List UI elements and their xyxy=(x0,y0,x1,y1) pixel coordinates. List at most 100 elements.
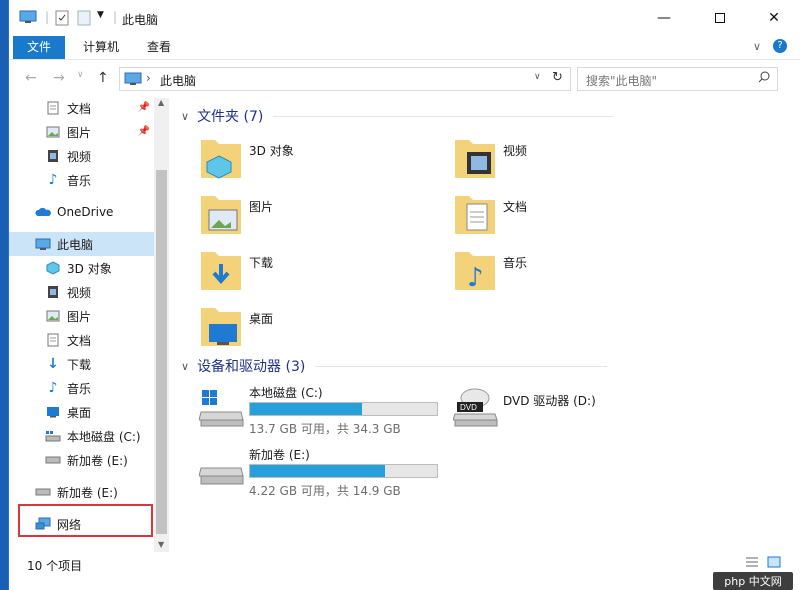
folder-downloads[interactable]: 下载 xyxy=(199,246,439,296)
group-title: 设备和驱动器 (3) xyxy=(197,359,306,375)
title-bar: | ▼ | 此电脑 — ✕ xyxy=(9,0,800,36)
new-folder-icon[interactable] xyxy=(77,10,91,29)
nav-onedrive[interactable]: OneDrive xyxy=(9,200,154,224)
nav-pc-desktop[interactable]: 桌面 xyxy=(9,400,154,424)
desktop-folder-icon xyxy=(201,308,241,346)
folder-label: 文档 xyxy=(503,200,528,214)
nav-label: 图片 xyxy=(67,125,92,140)
breadcrumb-chevron-icon[interactable]: › xyxy=(146,71,151,85)
drive-icon xyxy=(199,467,244,485)
this-pc-icon xyxy=(35,236,51,252)
nav-pc-documents[interactable]: 文档 xyxy=(9,328,154,352)
nav-pc-3d-objects[interactable]: 3D 对象 xyxy=(9,256,154,280)
nav-scrollbar[interactable]: ▲ ▼ xyxy=(154,98,169,552)
documents-icon xyxy=(45,100,61,116)
scroll-thumb[interactable] xyxy=(156,170,167,534)
details-view-icon[interactable] xyxy=(745,556,759,571)
navigation-pane: 文档 📌 图片 📌 视频 ♪ 音乐 OneDrive 此电脑 3D 对象 视频 … xyxy=(9,98,169,552)
maximize-button[interactable] xyxy=(697,0,743,36)
nav-label: 新加卷 (E:) xyxy=(67,453,128,468)
folder-label: 下载 xyxy=(249,256,274,270)
minimize-button[interactable]: — xyxy=(641,0,687,36)
nav-label: 音乐 xyxy=(67,173,92,188)
collapse-chevron-icon[interactable]: ∨ xyxy=(181,110,189,123)
nav-pc-pictures[interactable]: 图片 xyxy=(9,304,154,328)
group-divider xyxy=(315,365,608,367)
explorer-window: | ▼ | 此电脑 — ✕ 文件 计算机 查看 ∨ ? ← → ∨ ↑ › 此电… xyxy=(8,0,800,590)
folder-label: 桌面 xyxy=(249,312,274,326)
this-pc-icon[interactable] xyxy=(19,10,37,27)
folder-desktop[interactable]: 桌面 xyxy=(199,302,439,352)
drive-new-volume-e[interactable]: 新加卷 (E:) 4.22 GB 可用，共 14.9 GB xyxy=(199,446,449,506)
nav-label: 桌面 xyxy=(67,405,92,420)
search-box[interactable]: 搜索"此电脑" xyxy=(577,67,778,91)
devices-group-header[interactable]: ∨ 设备和驱动器 (3) xyxy=(181,356,608,376)
scroll-up-icon[interactable]: ▲ xyxy=(158,98,164,107)
forward-icon[interactable]: → xyxy=(53,70,65,86)
music-icon: ♪ xyxy=(48,172,58,188)
folder-music[interactable]: ♪ 音乐 xyxy=(453,246,693,296)
expand-ribbon-icon[interactable]: ∨ xyxy=(753,40,761,53)
address-bar[interactable]: › 此电脑 ∨ ↻ xyxy=(119,67,571,91)
nav-quick-music[interactable]: ♪ 音乐 xyxy=(9,168,154,192)
pictures-icon xyxy=(45,124,61,140)
nav-quick-videos[interactable]: 视频 xyxy=(9,144,154,168)
3d-objects-icon xyxy=(45,260,61,276)
usage-bar xyxy=(249,464,438,478)
tab-computer[interactable]: 计算机 xyxy=(69,36,133,59)
folders-group-header[interactable]: ∨ 文件夹 (7) xyxy=(181,106,614,126)
nav-pc-videos[interactable]: 视频 xyxy=(9,280,154,304)
breadcrumb-location[interactable]: 此电脑 xyxy=(160,72,196,89)
window-title: 此电脑 xyxy=(122,13,159,27)
large-icons-view-icon[interactable] xyxy=(767,556,781,571)
refresh-icon[interactable]: ↻ xyxy=(552,70,563,85)
desktop-icon xyxy=(45,404,61,420)
tab-file[interactable]: 文件 xyxy=(13,36,66,59)
nav-pc-downloads[interactable]: ↓ 下载 xyxy=(9,352,154,376)
pin-icon[interactable]: 📌 xyxy=(138,126,150,137)
tab-view[interactable]: 查看 xyxy=(133,36,185,59)
nav-label: 此电脑 xyxy=(57,237,94,252)
nav-label: 文档 xyxy=(67,333,92,348)
nav-pc-new-volume-e[interactable]: 新加卷 (E:) xyxy=(9,448,154,472)
search-icon[interactable] xyxy=(758,71,770,86)
free-space-text: 13.7 GB 可用，共 34.3 GB xyxy=(249,422,401,436)
content-pane: ∨ 文件夹 (7) 3D 对象 视频 图片 文档 下载 ♪ 音乐 桌面 ∨ 设备… xyxy=(169,98,800,552)
nav-label: 文档 xyxy=(67,101,92,116)
this-pc-icon xyxy=(124,72,142,89)
search-input[interactable]: 搜索"此电脑" xyxy=(586,72,657,89)
customize-toolbar-icon[interactable]: ▼ xyxy=(97,10,104,20)
folder-pictures[interactable]: 图片 xyxy=(199,190,439,240)
svg-text:♪: ♪ xyxy=(467,263,484,293)
music-icon: ♪ xyxy=(48,380,58,396)
folder-3d-objects[interactable]: 3D 对象 xyxy=(199,134,439,184)
folder-videos[interactable]: 视频 xyxy=(453,134,693,184)
group-divider xyxy=(273,115,614,117)
usage-bar xyxy=(249,402,438,416)
back-icon[interactable]: ← xyxy=(25,70,37,86)
properties-icon[interactable] xyxy=(55,10,69,29)
nav-pc-music[interactable]: ♪ 音乐 xyxy=(9,376,154,400)
videos-folder-icon xyxy=(455,140,495,178)
close-button[interactable]: ✕ xyxy=(751,0,797,36)
drive-icon xyxy=(35,484,51,500)
folder-label: 图片 xyxy=(249,200,274,214)
3d-objects-folder-icon xyxy=(201,140,241,179)
pin-icon[interactable]: 📌 xyxy=(138,102,150,113)
collapse-chevron-icon[interactable]: ∨ xyxy=(181,360,189,373)
scroll-down-icon[interactable]: ▼ xyxy=(158,540,164,549)
drive-local-disk-c[interactable]: 本地磁盘 (C:) 13.7 GB 可用，共 34.3 GB xyxy=(199,384,449,444)
documents-icon xyxy=(45,332,61,348)
status-bar: 10 个项目 xyxy=(9,552,800,576)
recent-locations-icon[interactable]: ∨ xyxy=(77,70,84,80)
help-icon[interactable]: ? xyxy=(773,39,787,53)
nav-new-volume-e[interactable]: 新加卷 (E:) xyxy=(9,480,154,504)
up-icon[interactable]: ↑ xyxy=(97,70,109,86)
nav-quick-documents[interactable]: 文档 📌 xyxy=(9,96,154,120)
folder-documents[interactable]: 文档 xyxy=(453,190,693,240)
nav-pc-local-disk-c[interactable]: 本地磁盘 (C:) xyxy=(9,424,154,448)
nav-this-pc[interactable]: 此电脑 xyxy=(9,232,154,256)
address-dropdown-icon[interactable]: ∨ xyxy=(534,72,541,82)
drive-dvd-d[interactable]: DVD DVD 驱动器 (D:) xyxy=(453,384,703,444)
nav-quick-pictures[interactable]: 图片 📌 xyxy=(9,120,154,144)
